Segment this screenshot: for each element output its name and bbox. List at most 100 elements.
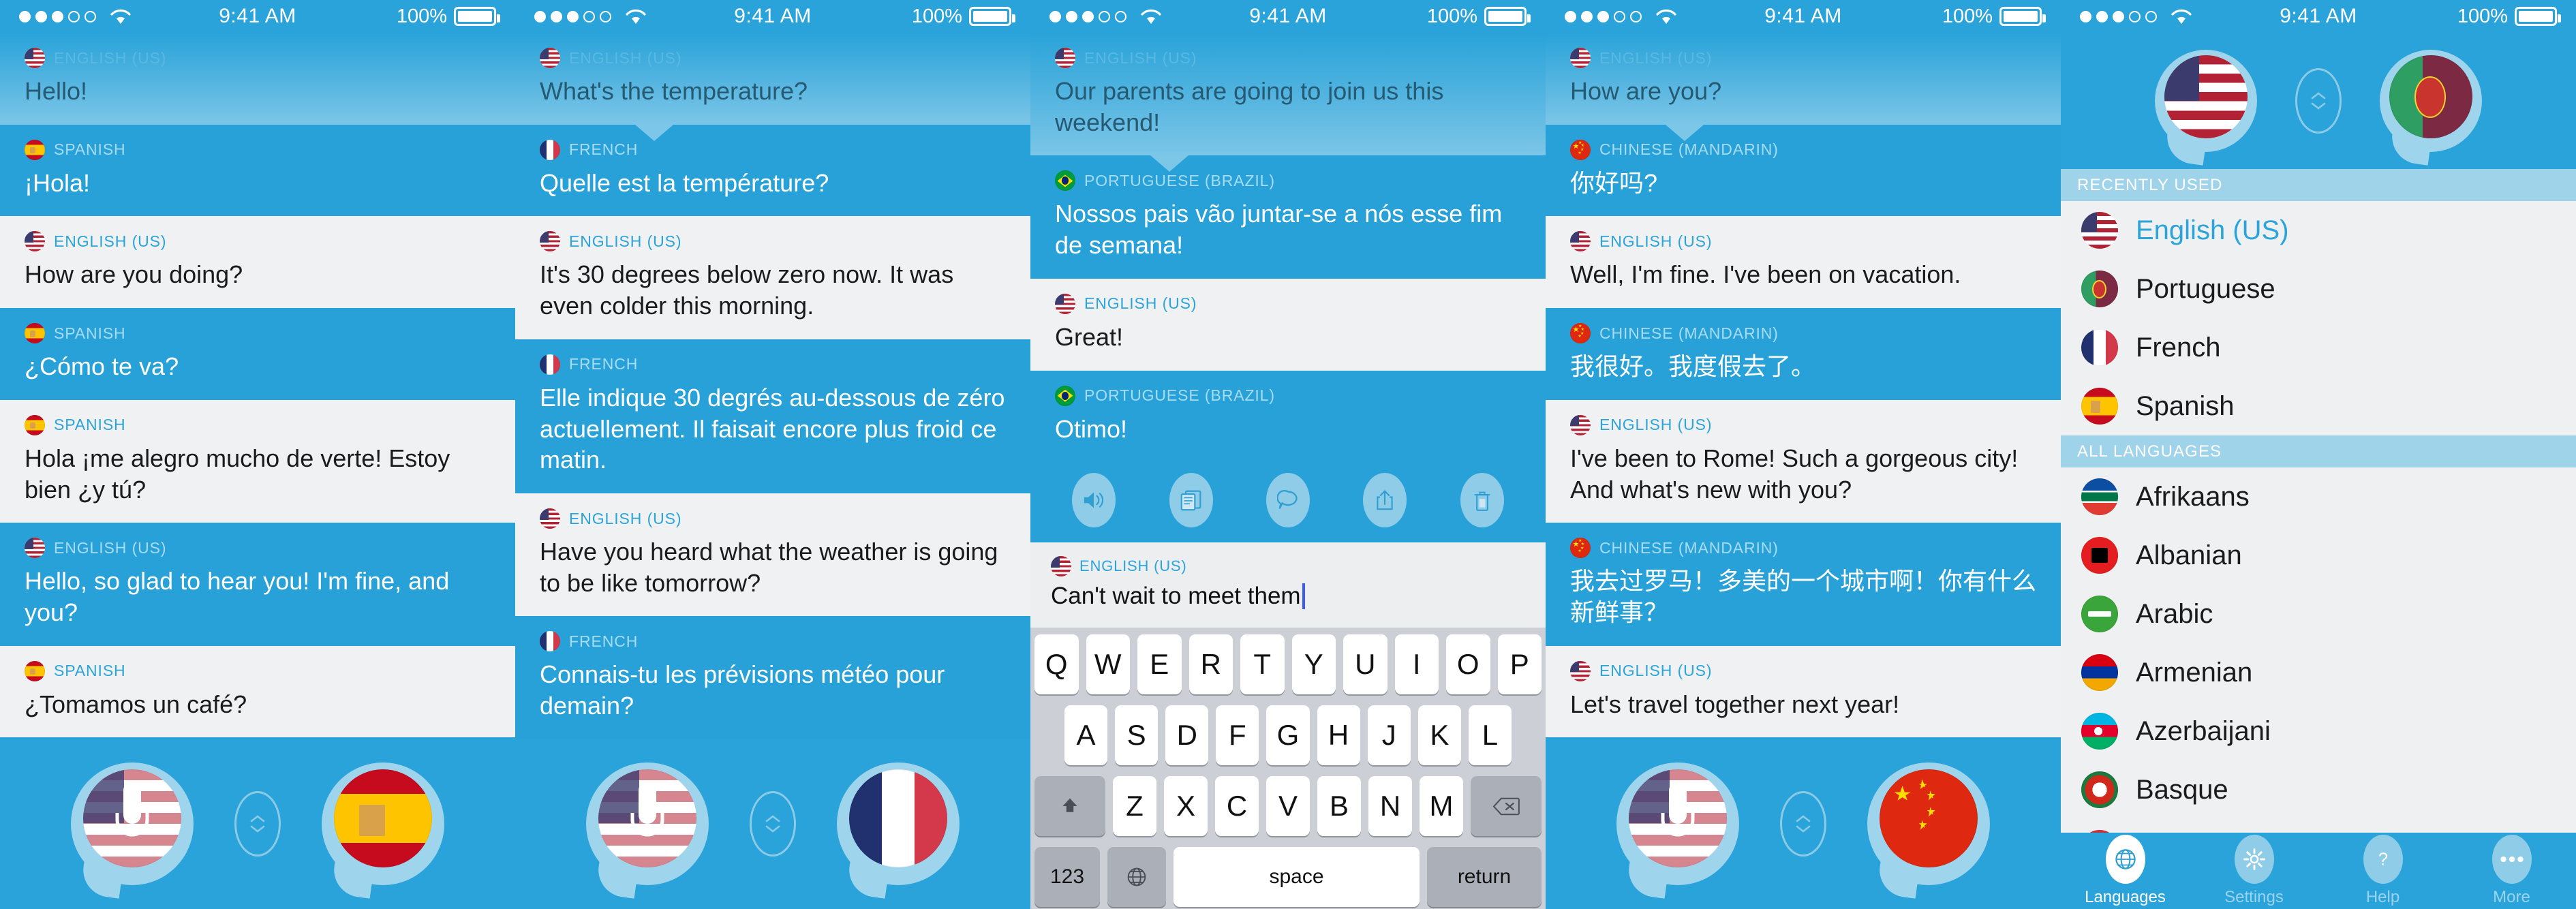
trash-icon[interactable] <box>1460 473 1504 528</box>
target-language-button-2[interactable] <box>837 762 960 885</box>
language-list-item[interactable]: Albanian <box>2061 526 2576 585</box>
target-language-button-5[interactable] <box>2380 50 2482 152</box>
tab-settings[interactable]: Settings <box>2200 835 2309 907</box>
comment-icon[interactable] <box>1266 473 1310 528</box>
message-bubble[interactable]: ★ ★ ★ ★ ★ CHINESE (MANDARIN) 我很好。我度假去了。 <box>1546 308 2061 400</box>
globe-key[interactable] <box>1107 847 1166 908</box>
message-bubble[interactable]: ENGLISH (US) What's the temperature? <box>515 33 1030 125</box>
swap-languages-button-1[interactable] <box>234 791 281 857</box>
key-P[interactable]: P <box>1497 634 1542 695</box>
recently-used-list[interactable]: English (US) Portuguese French Spanish <box>2061 201 2576 435</box>
bottom-tab-bar[interactable]: Languages Settings ? Help More <box>2061 833 2576 909</box>
key-W[interactable]: W <box>1086 634 1130 695</box>
key-G[interactable]: G <box>1266 705 1310 766</box>
mic-button-4[interactable] <box>1616 762 1739 885</box>
language-list-item[interactable]: French <box>2061 318 2576 377</box>
message-bubble[interactable]: SPANISH Hola ¡me alegro mucho de verte! … <box>0 399 515 523</box>
message-bubble[interactable]: FRENCH Quelle est la température? <box>515 124 1030 217</box>
message-bubble[interactable]: SPANISH ¡Hola! <box>0 124 515 217</box>
key-S[interactable]: S <box>1115 705 1159 766</box>
swap-languages-button-2[interactable] <box>750 791 796 857</box>
language-list-item[interactable]: Portuguese <box>2061 260 2576 318</box>
backspace-key[interactable] <box>1471 776 1542 837</box>
key-E[interactable]: E <box>1137 634 1182 695</box>
mic-button-2[interactable] <box>586 762 709 885</box>
language-list-item[interactable]: Azerbaijani <box>2061 702 2576 760</box>
key-J[interactable]: J <box>1367 705 1411 766</box>
copy-icon[interactable] <box>1169 473 1213 528</box>
share-icon[interactable] <box>1363 473 1407 528</box>
key-M[interactable]: M <box>1420 776 1463 837</box>
key-Y[interactable]: Y <box>1291 634 1336 695</box>
message-bubble[interactable]: PORTUGUESE (BRAZIL) Otimo! <box>1030 370 1546 463</box>
text-input-area[interactable]: ENGLISH (US) Can't wait to meet them <box>1030 542 1546 628</box>
message-bubble[interactable]: ★ ★ ★ ★ ★ CHINESE (MANDARIN) 你好吗? <box>1546 124 2061 217</box>
message-bubble[interactable]: ENGLISH (US) How are you doing? <box>0 216 515 309</box>
text-input-value[interactable]: Can't wait to meet them <box>1051 583 1301 610</box>
language-list-item[interactable]: Afrikaans <box>2061 467 2576 526</box>
message-bubble[interactable]: ENGLISH (US) Great! <box>1030 278 1546 371</box>
key-D[interactable]: D <box>1165 705 1209 766</box>
message-bubble[interactable]: FRENCH Elle indique 30 degrés au-dessous… <box>515 339 1030 494</box>
key-A[interactable]: A <box>1064 705 1108 766</box>
swap-languages-button-5[interactable] <box>2295 68 2342 134</box>
key-Z[interactable]: Z <box>1113 776 1156 837</box>
message-bubble[interactable]: ENGLISH (US) How are you? <box>1546 33 2061 125</box>
screen-english-chinese: 9:41 AM 100% ENGLISH (US) How are you? ★… <box>1546 0 2061 909</box>
language-name: Albanian <box>2136 540 2242 570</box>
message-bubble[interactable]: SPANISH ¿Cómo te va? <box>0 308 515 400</box>
language-list-item[interactable]: English (US) <box>2061 201 2576 260</box>
key-N[interactable]: N <box>1368 776 1412 837</box>
message-bubble[interactable]: ENGLISH (US) Hello! <box>0 33 515 125</box>
key-Q[interactable]: Q <box>1034 634 1079 695</box>
language-list-item[interactable]: Basque <box>2061 760 2576 819</box>
key-K[interactable]: K <box>1417 705 1461 766</box>
tab-languages[interactable]: Languages <box>2071 835 2180 907</box>
key-O[interactable]: O <box>1446 634 1490 695</box>
target-language-button-1[interactable] <box>322 762 444 885</box>
key-V[interactable]: V <box>1266 776 1310 837</box>
return-key[interactable]: return <box>1427 847 1542 908</box>
message-language-label: SPANISH <box>54 324 126 342</box>
key-T[interactable]: T <box>1240 634 1285 695</box>
message-language: ★★★★★ CHINESE (MANDARIN) <box>1570 139 2036 160</box>
onscreen-keyboard[interactable]: QWERTYUIOP ASDFGHJKL ZXCVBNM 123 space r… <box>1030 628 1546 909</box>
message-bubble[interactable]: PORTUGUESE (BRAZIL) Nossos pais vão junt… <box>1030 155 1546 279</box>
china-flag-4 <box>1880 769 1978 867</box>
message-bubble[interactable]: ENGLISH (US) Have you heard what the wea… <box>515 493 1030 617</box>
arabic-flag-icon <box>2081 596 2118 632</box>
message-bubble[interactable]: ★ ★ ★ ★ ★ CHINESE (MANDARIN) 我去过罗马！多美的一个城市啊！你… <box>1546 523 2061 646</box>
key-C[interactable]: C <box>1215 776 1259 837</box>
speaker-icon[interactable] <box>1072 473 1116 528</box>
space-key[interactable]: space <box>1174 847 1420 908</box>
mic-button-1[interactable] <box>71 762 194 885</box>
numbers-key[interactable]: 123 <box>1034 847 1100 908</box>
source-language-button[interactable] <box>2155 50 2257 152</box>
key-B[interactable]: B <box>1317 776 1361 837</box>
swap-languages-button-4[interactable] <box>1780 791 1826 857</box>
key-U[interactable]: U <box>1343 634 1387 695</box>
shift-key[interactable] <box>1034 776 1105 837</box>
conversation-list-3[interactable]: ENGLISH (US) Our parents are going to jo… <box>1030 33 1546 463</box>
key-H[interactable]: H <box>1317 705 1360 766</box>
message-bubble[interactable]: ENGLISH (US) It's 30 degrees below zero … <box>515 216 1030 339</box>
tab-more[interactable]: More <box>2457 835 2566 907</box>
message-bubble[interactable]: ENGLISH (US) Hello, so glad to hear you!… <box>0 523 515 646</box>
message-bubble[interactable]: ENGLISH (US) Let's travel together next … <box>1546 645 2061 738</box>
all-languages-list[interactable]: Afrikaans Albanian Arabic Armenian Azerb… <box>2061 467 2576 878</box>
key-F[interactable]: F <box>1216 705 1259 766</box>
language-list-item[interactable]: Armenian <box>2061 643 2576 702</box>
message-bubble[interactable]: FRENCH Connais-tu les prévisions météo p… <box>515 616 1030 739</box>
message-bubble[interactable]: ENGLISH (US) I've been to Rome! Such a g… <box>1546 399 2061 523</box>
language-list-item[interactable]: Spanish <box>2061 377 2576 435</box>
language-list-item[interactable]: Arabic <box>2061 585 2576 643</box>
message-bubble[interactable]: ENGLISH (US) Well, I'm fine. I've been o… <box>1546 216 2061 309</box>
message-bubble[interactable]: ENGLISH (US) Our parents are going to jo… <box>1030 33 1546 156</box>
key-I[interactable]: I <box>1394 634 1439 695</box>
key-L[interactable]: L <box>1468 705 1512 766</box>
key-X[interactable]: X <box>1164 776 1208 837</box>
tab-help[interactable]: ? Help <box>2329 835 2438 907</box>
target-language-button-4[interactable] <box>1867 762 1990 885</box>
key-R[interactable]: R <box>1189 634 1233 695</box>
message-bubble[interactable]: SPANISH ¿Tomamos un café? <box>0 645 515 738</box>
